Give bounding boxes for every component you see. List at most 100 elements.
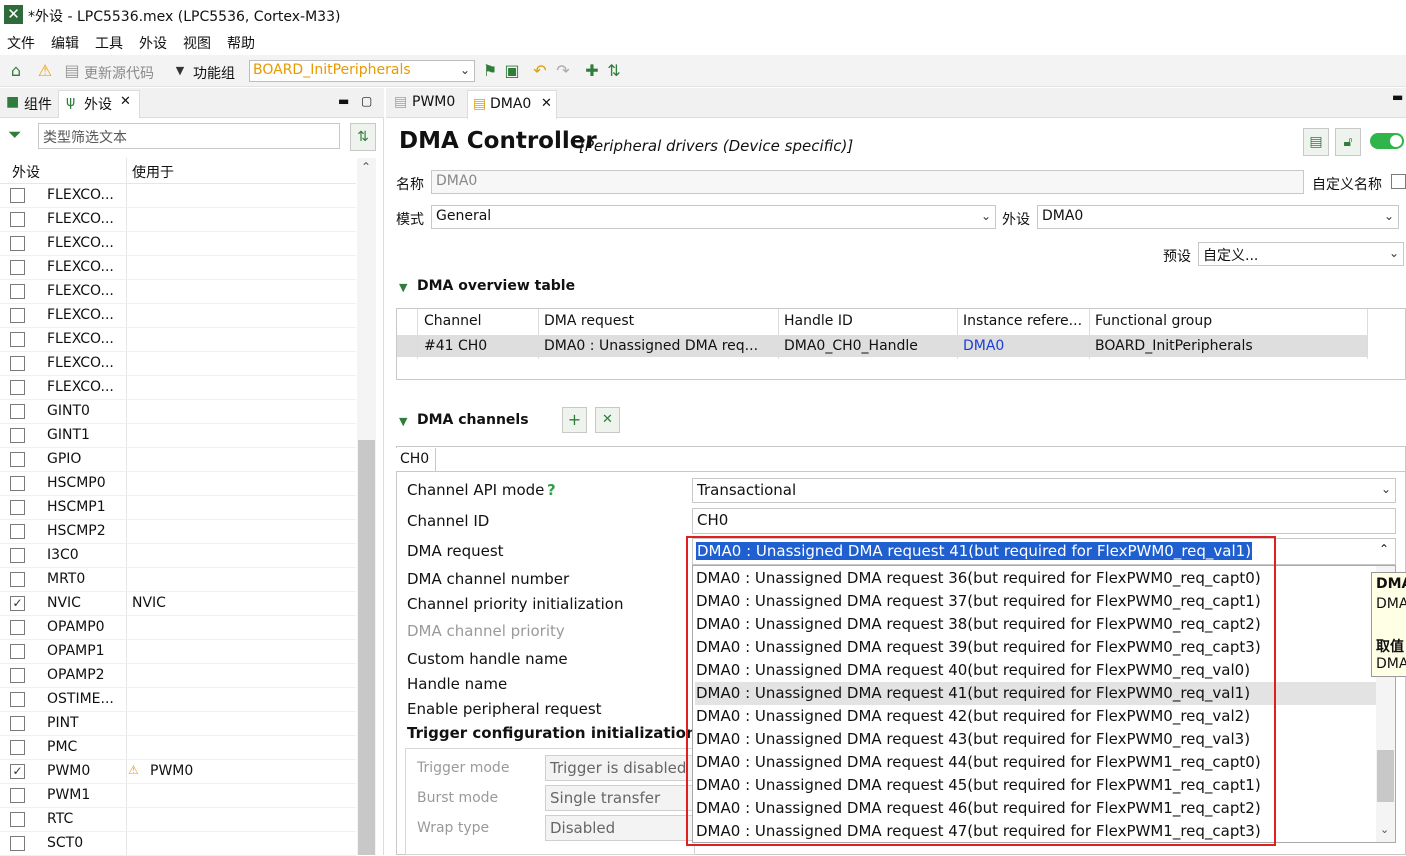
- checkbox[interactable]: ✓: [10, 596, 25, 611]
- dropdown-option[interactable]: DMA0 : Unassigned DMA request 37(but req…: [695, 590, 1377, 613]
- list-item[interactable]: FLEXCO...: [0, 208, 356, 232]
- tab-dma0[interactable]: ▤ DMA0 ✕: [467, 90, 557, 119]
- list-item[interactable]: HSCMP2: [0, 520, 356, 544]
- list-item[interactable]: OPAMP2: [0, 664, 356, 688]
- checkbox[interactable]: [10, 812, 25, 827]
- list-item[interactable]: OSTIME...: [0, 688, 356, 712]
- name-field[interactable]: DMA0: [431, 170, 1304, 194]
- wrap-type-select[interactable]: Disabled: [545, 815, 695, 841]
- checkbox[interactable]: [10, 452, 25, 467]
- flag-icon[interactable]: ⚑: [480, 61, 500, 81]
- collapse-icon[interactable]: ▼: [399, 415, 407, 428]
- minimize-icon[interactable]: ▬: [1392, 90, 1403, 104]
- column-header-dma-request[interactable]: DMA request: [544, 313, 634, 329]
- checkbox[interactable]: [10, 188, 25, 203]
- list-item[interactable]: SCT0: [0, 832, 356, 856]
- checkbox[interactable]: [10, 500, 25, 515]
- list-item[interactable]: FLEXCO...: [0, 304, 356, 328]
- checkbox[interactable]: [10, 284, 25, 299]
- list-item[interactable]: FLEXCO...: [0, 256, 356, 280]
- list-item[interactable]: FLEXCO...: [0, 184, 356, 208]
- list-item[interactable]: PWM1: [0, 784, 356, 808]
- menu-help[interactable]: 帮助: [227, 33, 255, 53]
- checkbox[interactable]: [10, 572, 25, 587]
- peripheral-select[interactable]: DMA0 ⌄: [1037, 205, 1399, 229]
- checkbox[interactable]: [10, 620, 25, 635]
- column-header-channel[interactable]: Channel: [424, 313, 481, 329]
- dropdown-option[interactable]: DMA0 : Unassigned DMA request 45(but req…: [695, 774, 1377, 797]
- lock-icon[interactable]: 🔓︎: [1335, 128, 1361, 156]
- minimize-icon[interactable]: ▬: [338, 94, 349, 108]
- checkbox[interactable]: [10, 332, 25, 347]
- scroll-up-icon[interactable]: ⌃: [361, 160, 371, 174]
- scroll-down-icon[interactable]: ⌄: [1380, 823, 1389, 836]
- checkbox[interactable]: [10, 668, 25, 683]
- list-item[interactable]: MRT0: [0, 568, 356, 592]
- list-item[interactable]: HSCMP0: [0, 472, 356, 496]
- list-item[interactable]: HSCMP1: [0, 496, 356, 520]
- list-item[interactable]: RTC: [0, 808, 356, 832]
- list-item[interactable]: OPAMP0: [0, 616, 356, 640]
- checkbox[interactable]: [10, 308, 25, 323]
- column-header-functional-group[interactable]: Functional group: [1095, 313, 1212, 329]
- checkbox[interactable]: [10, 260, 25, 275]
- enable-toggle[interactable]: [1370, 133, 1404, 149]
- update-code-icon[interactable]: ▤: [62, 61, 82, 81]
- dropdown-option[interactable]: DMA0 : Unassigned DMA request 41(but req…: [695, 682, 1377, 705]
- cell-instance-link[interactable]: DMA0: [963, 338, 1004, 354]
- trigger-mode-select[interactable]: Trigger is disabled: [545, 755, 695, 781]
- dropdown-option[interactable]: DMA0 : Unassigned DMA request 43(but req…: [695, 728, 1377, 751]
- checkbox[interactable]: [10, 524, 25, 539]
- list-item[interactable]: PINT: [0, 712, 356, 736]
- custom-name-checkbox[interactable]: [1391, 174, 1406, 189]
- checkbox[interactable]: [10, 716, 25, 731]
- list-item[interactable]: ✓ NVIC NVIC: [0, 592, 356, 616]
- chat-icon[interactable]: ▣: [502, 61, 522, 81]
- checkbox[interactable]: [10, 212, 25, 227]
- list-item[interactable]: FLEXCO...: [0, 376, 356, 400]
- undo-icon[interactable]: ↶: [530, 61, 550, 81]
- remove-channel-button[interactable]: ✕: [595, 407, 620, 433]
- column-header-peripheral[interactable]: 外设: [12, 162, 40, 182]
- tab-pwm0[interactable]: PWM0: [412, 94, 455, 110]
- column-header-instance[interactable]: Instance refere...: [963, 313, 1082, 329]
- list-item[interactable]: PMC: [0, 736, 356, 760]
- collapse-icon[interactable]: ▼: [399, 281, 407, 294]
- list-item[interactable]: OPAMP1: [0, 640, 356, 664]
- add-channel-button[interactable]: +: [562, 407, 587, 433]
- burst-mode-select[interactable]: Single transfer: [545, 785, 695, 811]
- list-item[interactable]: I3C0: [0, 544, 356, 568]
- list-item[interactable]: FLEXCO...: [0, 232, 356, 256]
- checkbox[interactable]: [10, 740, 25, 755]
- checkbox[interactable]: [10, 404, 25, 419]
- channel-api-mode-select[interactable]: Transactional ⌄: [692, 478, 1396, 503]
- dropdown-option[interactable]: DMA0 : Unassigned DMA request 38(but req…: [695, 613, 1377, 636]
- warning-icon[interactable]: ⚠: [35, 61, 55, 81]
- dropdown-option[interactable]: DMA0 : Unassigned DMA request 47(but req…: [695, 820, 1377, 842]
- home-icon[interactable]: ⌂: [6, 61, 26, 81]
- column-header-handle-id[interactable]: Handle ID: [784, 313, 853, 329]
- checkbox[interactable]: [10, 476, 25, 491]
- maximize-icon[interactable]: ▢: [361, 94, 372, 108]
- plugin-icon[interactable]: ✚: [582, 61, 602, 81]
- menu-edit[interactable]: 编辑: [51, 33, 79, 53]
- list-item[interactable]: ✓ PWM0 ⚠ PWM0: [0, 760, 356, 784]
- filter-input[interactable]: 类型筛选文本: [38, 123, 340, 149]
- dropdown-option[interactable]: DMA0 : Unassigned DMA request 44(but req…: [695, 751, 1377, 774]
- tab-peripherals[interactable]: 外设: [84, 94, 112, 114]
- chevron-up-icon[interactable]: ⌃: [1379, 542, 1389, 556]
- close-icon[interactable]: ✕: [541, 96, 552, 111]
- tab-ch0[interactable]: CH0: [396, 448, 436, 472]
- column-header-used-in[interactable]: 使用于: [132, 162, 174, 182]
- checkbox[interactable]: [10, 644, 25, 659]
- checkbox[interactable]: [10, 836, 25, 851]
- mode-select[interactable]: General ⌄: [431, 205, 996, 229]
- dma-request-select[interactable]: DMA0 : Unassigned DMA request 41(but req…: [692, 538, 1396, 565]
- checkbox[interactable]: [10, 380, 25, 395]
- sort-button[interactable]: ⇅: [350, 123, 376, 151]
- checkbox[interactable]: [10, 356, 25, 371]
- document-icon[interactable]: ▤: [1303, 128, 1329, 156]
- funcgroup-select[interactable]: BOARD_InitPeripherals ⌄: [249, 60, 475, 82]
- preset-select[interactable]: 自定义... ⌄: [1198, 242, 1404, 266]
- close-icon[interactable]: ✕: [120, 94, 131, 109]
